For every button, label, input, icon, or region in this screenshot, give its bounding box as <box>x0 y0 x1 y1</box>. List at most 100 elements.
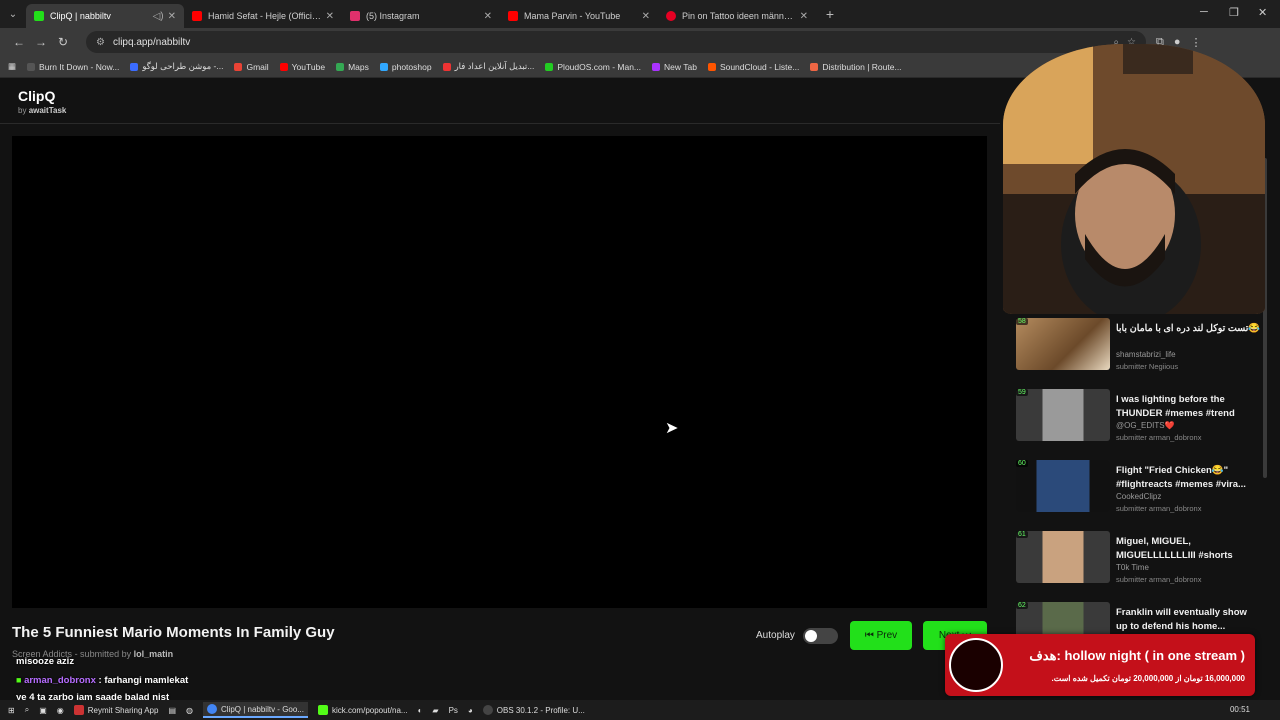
queue-item[interactable]: 61 Miguel, MIGUEL, MIGUELLLLLLLIII #shor… <box>1010 529 1268 600</box>
taskbar-app-label: kick.com/popout/na... <box>331 705 408 715</box>
queue-thumbnail[interactable] <box>1016 531 1110 583</box>
queue-title[interactable]: I was lighting before the THUNDER #memes… <box>1116 393 1261 421</box>
firefox-icon[interactable]: ◍ <box>186 706 193 715</box>
video-submitter[interactable]: lol_matin <box>134 649 174 659</box>
kick-badge-icon: ■ <box>16 675 22 685</box>
windows-start-icon[interactable]: ⊞ <box>8 706 15 715</box>
discord-icon[interactable]: ◕ <box>468 706 473 715</box>
address-bar[interactable]: ⚙ clipq.app/nabbiltv ⌕ ☆ <box>86 31 1146 53</box>
mute-icon[interactable]: ◁) <box>153 11 164 22</box>
autoplay-toggle[interactable] <box>803 628 838 644</box>
app-logo[interactable]: ClipQ <box>18 88 982 104</box>
soundcloud-icon <box>707 62 716 71</box>
queue-thumbnail[interactable] <box>1016 389 1110 441</box>
bookmark-item[interactable]: SoundCloud - Liste... <box>707 61 800 72</box>
reymit-icon <box>73 705 84 715</box>
photoshop-icon[interactable]: Ps <box>449 706 458 715</box>
bookmark-item[interactable]: Distribution | Route... <box>810 62 902 72</box>
queue-number: 58 <box>1016 318 1028 325</box>
bookmark-label: SoundCloud - Liste... <box>719 61 800 72</box>
menu-icon[interactable]: ⋮ <box>1191 36 1202 49</box>
bookmark-favicon-icon <box>652 62 661 71</box>
close-tab-icon[interactable]: ✕ <box>484 11 492 22</box>
close-tab-icon[interactable]: ✕ <box>326 11 334 22</box>
folder-icon[interactable]: ▰ <box>432 706 438 715</box>
tab-title: ClipQ | nabbiltv <box>50 11 111 21</box>
tab-title: (5) Instagram <box>366 11 420 21</box>
bookmark-item[interactable]: موشن طراحی لوگو -... <box>130 61 223 72</box>
bookmark-item[interactable]: Maps <box>336 62 369 72</box>
bookmark-label: تبدیل آنلاین اعداد فار... <box>454 61 535 71</box>
queue-submitter: submitter Negiious <box>1116 362 1179 371</box>
goal-progress-text: 16,000,000 تومان از 20,000,000 تومان تکم… <box>1051 674 1246 683</box>
close-tab-icon[interactable]: ✕ <box>642 11 650 22</box>
windows-taskbar: ⊞ ⌕ ▣ ◉ Reymit Sharing App ▤ ◍ ClipQ | n… <box>0 700 1280 720</box>
queue-item[interactable]: 58 تست توکل لند دره ای با مامان بابا😂 sh… <box>1010 316 1268 387</box>
tab-mama-parvin[interactable]: Mama Parvin - YouTube ✕ <box>500 4 658 28</box>
minimize-icon[interactable]: ─ <box>1200 6 1208 18</box>
taskbar-app-label: OBS 30.1.2 - Profile: U... <box>496 705 585 715</box>
bookmark-favicon-icon <box>27 62 36 71</box>
bookmark-label: PloudOS.com - Man... <box>557 61 642 72</box>
chrome-icon <box>206 704 217 714</box>
tab-hamid-sefat[interactable]: Hamid Sefat - Hejle (Official M... ✕ <box>184 4 342 28</box>
task-view-icon[interactable]: ▣ <box>39 706 47 715</box>
bookmark-favicon-icon <box>130 62 139 71</box>
queue-item[interactable]: 60 Flight "Fried Chicken😂" #flightreacts… <box>1010 458 1268 529</box>
apps-icon[interactable]: ▦ <box>8 61 16 72</box>
byline-prefix: by <box>18 106 27 115</box>
clipq-favicon-icon <box>34 11 44 21</box>
chrome-icon[interactable]: ◉ <box>57 706 64 715</box>
bookmark-item[interactable]: YouTube <box>279 62 325 72</box>
close-window-icon[interactable]: ✕ <box>1258 6 1267 19</box>
reload-icon[interactable]: ↻ <box>52 35 74 49</box>
tab-search-icon[interactable]: ⌄ <box>0 0 26 28</box>
taskbar-app[interactable]: ClipQ | nabbiltv - Goo... <box>202 702 308 718</box>
close-tab-icon[interactable]: ✕ <box>168 11 176 22</box>
tab-clipq[interactable]: ClipQ | nabbiltv ◁) ✕ <box>26 4 184 28</box>
tab-pinterest[interactable]: Pin on Tattoo ideen männer arm ✕ <box>658 4 816 28</box>
site-info-icon[interactable]: ⚙ <box>96 37 105 48</box>
taskbar-app[interactable]: OBS 30.1.2 - Profile: U... <box>482 705 585 715</box>
bookmark-item[interactable]: New Tab <box>652 62 697 72</box>
system-clock[interactable]: 00:51 <box>1230 705 1250 714</box>
queue-channel: @OG_EDITS❤️ <box>1116 421 1175 430</box>
queue-title[interactable]: تست توکل لند دره ای با مامان بابا😂 <box>1116 322 1261 336</box>
bookmark-item[interactable]: photoshop <box>379 62 432 72</box>
prev-button[interactable]: ⏮ Prev <box>850 621 912 650</box>
queue-number: 62 <box>1016 602 1028 609</box>
calculator-icon[interactable]: ▤ <box>168 706 176 715</box>
chat-message: misooze aziz <box>16 656 74 667</box>
bookmark-item[interactable]: تبدیل آنلاین اعداد فار... <box>442 61 535 72</box>
maps-icon <box>336 62 345 71</box>
queue-thumbnail[interactable] <box>1016 460 1110 512</box>
queue-title[interactable]: Franklin will eventually show up to defe… <box>1116 606 1261 634</box>
close-tab-icon[interactable]: ✕ <box>800 11 808 22</box>
byline-author[interactable]: awaitTask <box>29 106 67 115</box>
obs-icon <box>482 705 493 715</box>
taskbar-app[interactable]: Reymit Sharing App <box>73 705 158 715</box>
new-tab-button[interactable]: + <box>820 6 840 22</box>
video-player[interactable] <box>12 136 987 608</box>
steam-icon[interactable]: ◐ <box>418 706 423 715</box>
queue-title[interactable]: Flight "Fried Chicken😂" #flightreacts #m… <box>1116 464 1261 492</box>
tab-instagram[interactable]: (5) Instagram ✕ <box>342 4 500 28</box>
goal-title: hollow night ( in one stream ) :هدف <box>1029 648 1245 663</box>
bookmark-item[interactable]: Gmail <box>234 62 269 72</box>
bookmark-item[interactable]: PloudOS.com - Man... <box>545 62 641 72</box>
bookmark-item[interactable]: Burn It Down - Now... <box>27 62 119 72</box>
search-icon[interactable]: ⌕ <box>25 705 29 715</box>
forward-icon[interactable]: → <box>30 35 52 49</box>
queue-item[interactable]: 59 I was lighting before the THUNDER #me… <box>1010 387 1268 458</box>
queue-title[interactable]: Miguel, MIGUEL, MIGUELLLLLLLIII #shorts <box>1116 535 1261 563</box>
maximize-icon[interactable]: ❐ <box>1229 6 1239 19</box>
submitted-by-label: - submitted by <box>74 649 132 659</box>
back-icon[interactable]: ← <box>8 35 30 49</box>
tab-title: Hamid Sefat - Hejle (Official M... <box>208 11 322 21</box>
photoshop-icon <box>379 62 388 71</box>
taskbar-app[interactable]: kick.com/popout/na... <box>317 705 408 715</box>
queue-thumbnail[interactable] <box>1016 318 1110 370</box>
bookmark-favicon-icon <box>810 62 819 71</box>
app-header: ClipQ by awaitTask <box>0 78 1000 124</box>
pinterest-favicon-icon <box>666 11 676 21</box>
